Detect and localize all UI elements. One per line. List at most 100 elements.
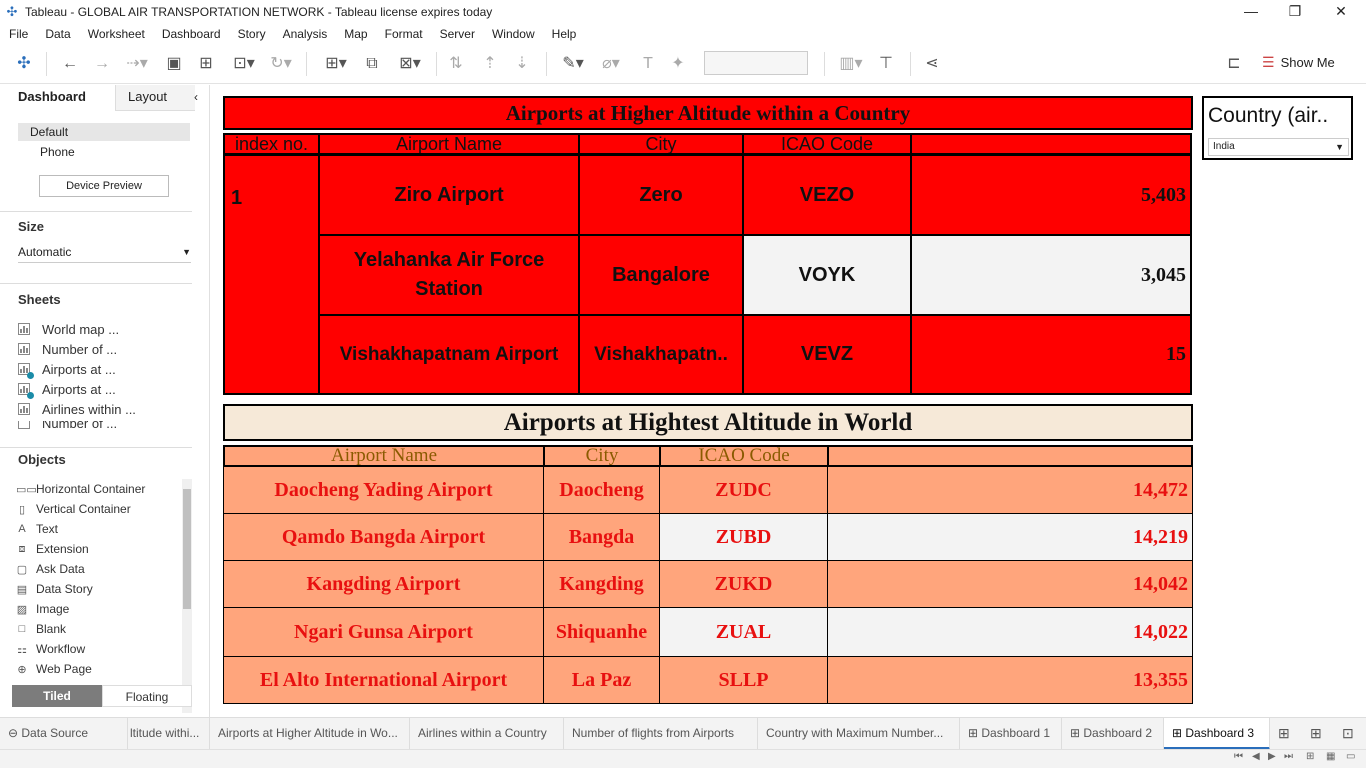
last-page-icon[interactable]: ⏭ [1284,751,1293,762]
city-cell[interactable]: Daocheng [543,466,660,514]
minimize-button[interactable]: — [1228,0,1274,24]
airport-cell[interactable]: Qamdo Bangda Airport [223,513,544,561]
icao-cell[interactable]: VEVZ [742,314,912,395]
tab-dashboard[interactable]: Dashboard [0,85,115,111]
icao-cell[interactable]: ZUAL [659,607,828,657]
altitude-cell[interactable]: 15 [910,314,1192,395]
object-ask-data[interactable]: ▢ Ask Data [16,559,181,579]
new-worksheet-icon[interactable]: ⊞▾ [318,54,354,74]
menu-help[interactable]: Help [543,27,585,41]
altitude-cell[interactable]: 3,045 [910,234,1192,316]
object-horizontal-container[interactable]: ▭▭ Horizontal Container [16,479,181,499]
floating-button[interactable]: Floating [102,685,192,707]
icao-cell[interactable]: SLLP [659,656,828,704]
altitude-cell[interactable]: 14,472 [827,466,1193,514]
column-header-icao[interactable]: ICAO Code [742,133,912,155]
column-header-icao[interactable]: ICAO Code [659,445,829,467]
column-header-city[interactable]: City [578,133,744,155]
menu-story[interactable]: Story [229,27,274,41]
city-cell[interactable]: Shiquanhe [543,607,660,657]
swap-icon[interactable]: ⇅ [446,54,466,74]
menu-dashboard[interactable]: Dashboard [153,27,229,41]
airport-cell[interactable]: Daocheng Yading Airport [223,466,544,514]
city-cell[interactable]: Vishakhapatn.. [578,314,744,395]
object-text[interactable]: A Text [16,519,181,539]
close-button[interactable]: ✕ [1318,0,1364,24]
share-icon[interactable]: ⋖ [922,54,942,74]
menu-format[interactable]: Format [376,27,431,41]
duplicate-icon[interactable]: ⧉ [362,54,382,74]
object-web-page[interactable]: ⊕ Web Page [16,659,181,679]
device-preview-button[interactable]: Device Preview [39,175,169,197]
airport-cell[interactable]: Ngari Gunsa Airport [223,607,544,657]
city-cell[interactable]: Bangalore [578,234,744,316]
labels-icon[interactable]: T [638,54,658,74]
column-header-airport[interactable]: Airport Name [318,133,580,155]
column-header-altitude[interactable] [827,445,1193,467]
sheet-item[interactable]: Airlines within ... [18,399,178,419]
tableau-home-icon[interactable]: ✣ [14,54,34,74]
tab-sheet[interactable]: ltitude withi... [128,718,210,750]
first-page-icon[interactable]: ⏮ [1234,751,1243,762]
tab-sheet[interactable]: Number of flights from Airports [564,718,758,750]
country-filter-dropdown[interactable]: India ▼ [1208,138,1349,156]
object-workflow[interactable]: ⚏ Workflow [16,639,181,659]
airport-cell[interactable]: Yelahanka Air Force Station [318,234,580,316]
menu-map[interactable]: Map [335,27,375,41]
icao-cell[interactable]: VEZO [742,154,912,236]
object-vertical-container[interactable]: ▯ Vertical Container [16,499,181,519]
objects-scrollbar[interactable] [182,479,192,713]
airport-cell[interactable]: Ziro Airport [318,154,580,236]
menu-file[interactable]: File [0,27,36,41]
tab-sheet[interactable]: Airlines within a Country [410,718,564,750]
grid-view-icon[interactable]: ⊞ [1306,751,1314,762]
object-blank[interactable]: □ Blank [16,619,181,639]
size-dropdown[interactable]: Automatic ▼ [18,243,191,263]
city-cell[interactable]: Bangda [543,513,660,561]
airport-cell[interactable]: El Alto International Airport [223,656,544,704]
pin-icon[interactable]: ✦ [668,54,688,74]
sheet-item[interactable]: Number of ... [18,421,178,429]
tiled-button[interactable]: Tiled [12,685,102,707]
show-me-button[interactable]: ☰ Show Me [1262,54,1335,71]
presentation-mode-icon[interactable]: ⊤ [876,54,896,74]
object-data-story[interactable]: ▤ Data Story [16,579,181,599]
device-default[interactable]: Default [18,123,190,141]
tab-data-source[interactable]: ⊖ Data Source [0,718,128,750]
menu-worksheet[interactable]: Worksheet [79,27,153,41]
new-story-icon[interactable]: ⊡ [1342,725,1354,742]
restore-button[interactable]: ❐ [1272,0,1318,24]
icao-cell[interactable]: ZUDC [659,466,828,514]
icao-cell[interactable]: ZUKD [659,560,828,608]
next-page-icon[interactable]: ▶ [1268,751,1276,762]
highlight-icon[interactable]: ✎▾ [558,54,588,74]
menu-window[interactable]: Window [483,27,543,41]
index-cell[interactable]: 1 [223,154,320,395]
column-header-altitude[interactable] [910,133,1192,155]
replay-icon[interactable]: ⇢▾ [122,54,152,74]
undo-icon[interactable]: ← [60,54,80,74]
tab-dashboard-1[interactable]: ⊞ Dashboard 1 [960,718,1062,750]
sheet-item[interactable]: Number of ... [18,339,178,359]
airport-cell[interactable]: Kangding Airport [223,560,544,608]
sort-ascending-icon[interactable]: ⇡ [480,54,500,74]
refresh-icon[interactable]: ↻▾ [266,54,296,74]
save-icon[interactable]: ▣ [164,54,184,74]
altitude-cell[interactable]: 13,355 [827,656,1193,704]
format-painter-icon[interactable]: ⊏ [1224,54,1244,74]
fit-icon[interactable]: ▥▾ [834,54,868,74]
altitude-cell[interactable]: 5,403 [910,154,1192,236]
altitude-cell[interactable]: 14,219 [827,513,1193,561]
city-cell[interactable]: La Paz [543,656,660,704]
altitude-cell[interactable]: 14,042 [827,560,1193,608]
sheet-item[interactable]: World map ... [18,319,178,339]
airport-cell[interactable]: Vishakhapatnam Airport [318,314,580,395]
tab-dashboard-3[interactable]: ⊞ Dashboard 3 [1164,718,1270,750]
object-image[interactable]: ▨ Image [16,599,181,619]
device-phone[interactable]: Phone [18,143,190,161]
column-header-city[interactable]: City [543,445,661,467]
new-dashboard-icon[interactable]: ⊞ [1310,725,1322,742]
menu-data[interactable]: Data [36,27,78,41]
collapse-panel-icon[interactable]: ‹ [194,90,198,104]
scrollbar-thumb[interactable] [183,489,191,609]
